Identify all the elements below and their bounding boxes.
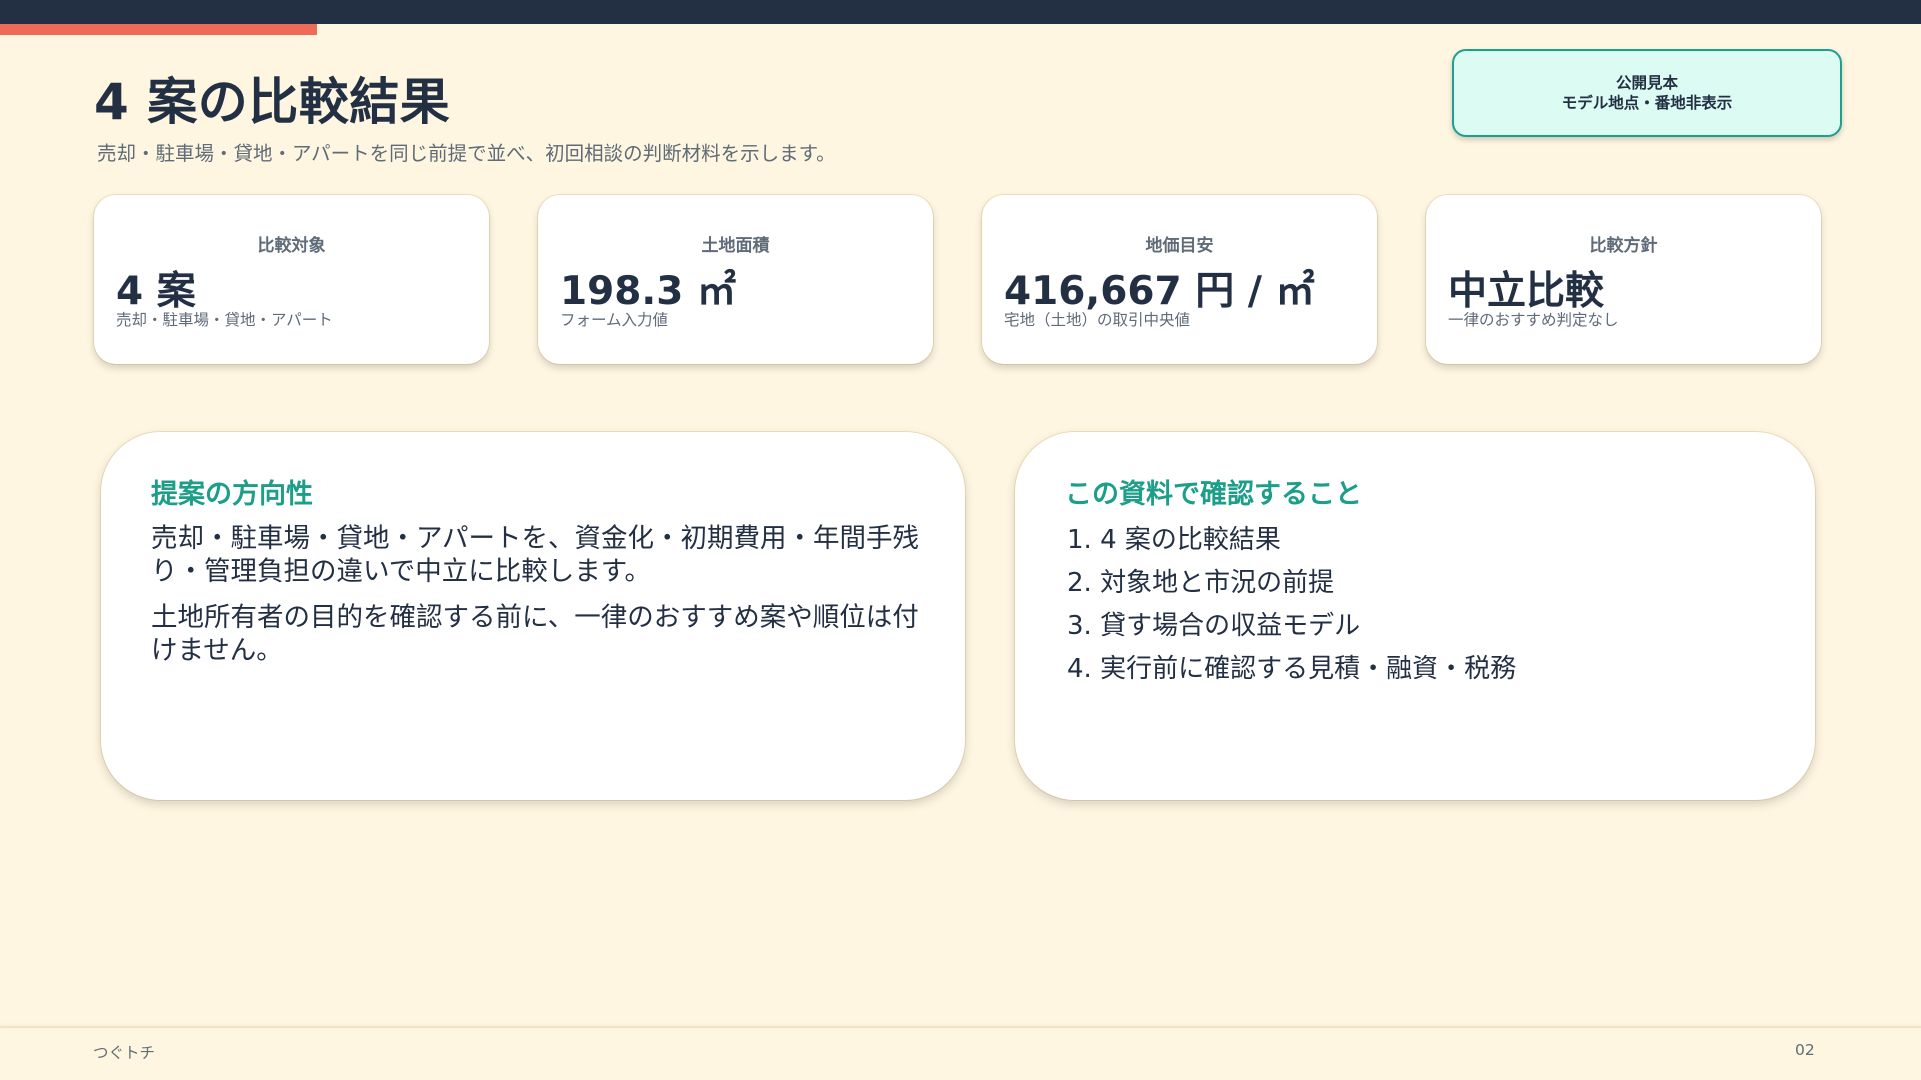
checklist-panel-title: この資料で確認すること bbox=[1065, 479, 1362, 510]
checklist-item: 3. 貸す場合の収益モデル bbox=[1067, 611, 1361, 641]
page-subtitle: 売却・駐車場・貸地・アパートを同じ前提で並べ、初回相談の判断材料を示します。 bbox=[97, 142, 836, 165]
direction-panel-title: 提案の方向性 bbox=[151, 479, 313, 510]
direction-paragraph: 売却・駐車場・貸地・アパートを、資金化・初期費用・年間手残り・管理負担の違いで中… bbox=[151, 523, 919, 587]
top-accent-bar bbox=[0, 24, 317, 35]
direction-panel: 提案の方向性 売却・駐車場・貸地・アパートを、資金化・初期費用・年間手残り・管理… bbox=[101, 432, 965, 800]
top-bar bbox=[0, 0, 1921, 24]
kpi-card-land-area: 土地面積 198.3 ㎡ フォーム入力値 bbox=[538, 195, 933, 364]
kpi-label: 比較対象 bbox=[257, 236, 326, 256]
kpi-note: 一律のおすすめ判定なし bbox=[1448, 311, 1619, 329]
checklist-panel: この資料で確認すること 1. 4 案の比較結果 2. 対象地と市況の前提 3. … bbox=[1015, 432, 1815, 800]
badge-line-public-sample: 公開見本 bbox=[1615, 74, 1678, 92]
page-title: 4 案の比較結果 bbox=[94, 73, 451, 131]
kpi-note: 売却・駐車場・貸地・アパート bbox=[116, 311, 333, 329]
kpi-note: フォーム入力値 bbox=[560, 311, 669, 329]
footer-brand: つぐトチ bbox=[93, 1044, 156, 1062]
kpi-label: 土地面積 bbox=[701, 236, 770, 256]
kpi-label: 比較方針 bbox=[1589, 236, 1658, 256]
public-sample-badge: 公開見本 モデル地点・番地非表示 bbox=[1452, 49, 1842, 137]
checklist-item: 4. 実行前に確認する見積・融資・税務 bbox=[1067, 654, 1517, 684]
kpi-card-land-price: 地価目安 416,667 円 / ㎡ 宅地（土地）の取引中央値 bbox=[982, 195, 1377, 364]
footer-divider bbox=[0, 1026, 1921, 1028]
kpi-note: 宅地（土地）の取引中央値 bbox=[1004, 311, 1191, 329]
kpi-label: 地価目安 bbox=[1145, 236, 1214, 256]
checklist-item: 2. 対象地と市況の前提 bbox=[1067, 568, 1335, 598]
badge-line-model-location: モデル地点・番地非表示 bbox=[1561, 94, 1733, 112]
checklist-item: 1. 4 案の比較結果 bbox=[1067, 525, 1281, 555]
kpi-card-comparison-target: 比較対象 4 案 売却・駐車場・貸地・アパート bbox=[94, 195, 489, 364]
checklist: 1. 4 案の比較結果 2. 対象地と市況の前提 3. 貸す場合の収益モデル 4… bbox=[1067, 522, 1516, 694]
page-number: 02 bbox=[1795, 1041, 1815, 1059]
kpi-card-comparison-policy: 比較方針 中立比較 一律のおすすめ判定なし bbox=[1426, 195, 1821, 364]
direction-paragraph: 土地所有者の目的を確認する前に、一律のおすすめ案や順位は付けません。 bbox=[151, 602, 919, 666]
